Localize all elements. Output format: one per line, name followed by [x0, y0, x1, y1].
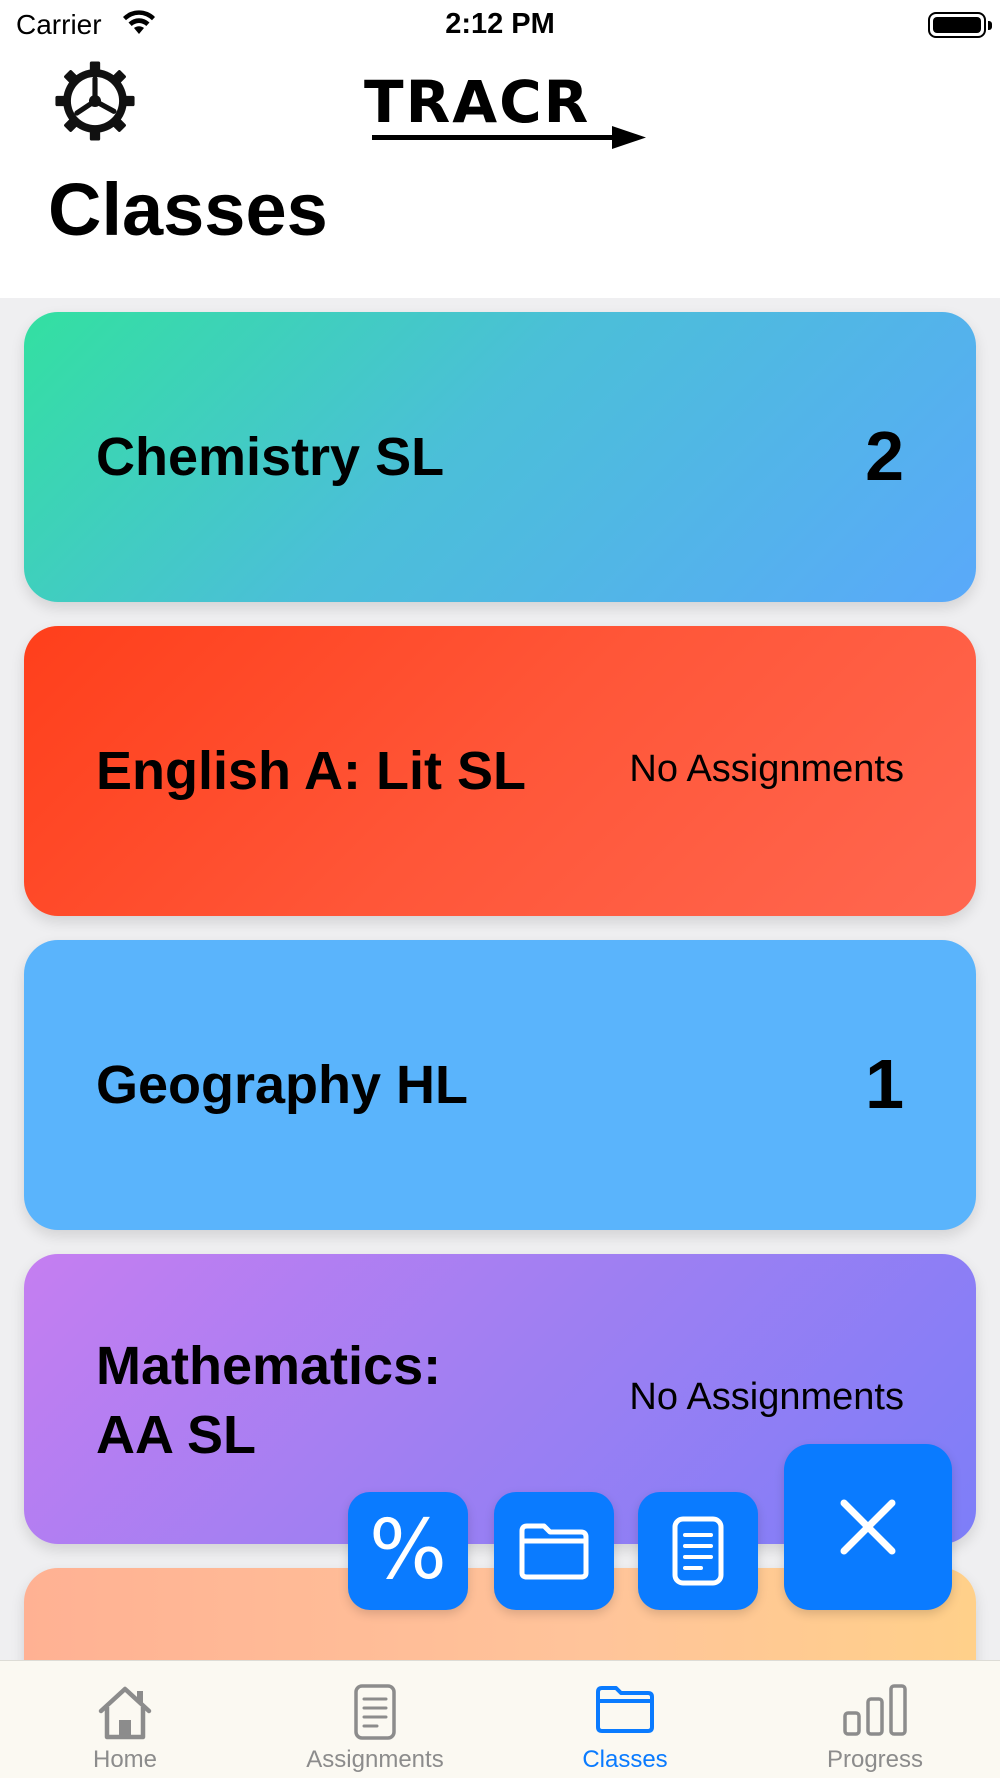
- tab-home[interactable]: Home: [0, 1661, 250, 1778]
- page-title: Classes: [48, 168, 328, 251]
- tab-assignments[interactable]: Assignments: [250, 1661, 500, 1778]
- settings-gear-icon[interactable]: [52, 58, 138, 144]
- grade-percent-button[interactable]: %: [348, 1492, 468, 1610]
- tracr-logo: TRACR: [360, 72, 646, 152]
- tab-progress[interactable]: Progress: [750, 1661, 1000, 1778]
- add-class-button[interactable]: [494, 1492, 614, 1610]
- document-icon: [672, 1516, 724, 1586]
- class-name-line2: AA SL: [96, 1405, 256, 1465]
- tab-label: Progress: [826, 1746, 924, 1773]
- assignment-count: 1: [865, 1045, 904, 1123]
- no-assignments-label: No Assignments: [629, 748, 904, 790]
- close-menu-button[interactable]: [784, 1444, 952, 1610]
- class-name: English A: Lit SL: [96, 741, 526, 801]
- document-icon: [354, 1684, 396, 1740]
- class-card-english[interactable]: English A: Lit SL No Assignments: [24, 626, 976, 916]
- class-name: Geography HL: [96, 1055, 469, 1115]
- class-name: Chemistry SL: [96, 427, 445, 487]
- tab-label: Classes: [582, 1746, 668, 1773]
- logo-text: TRACR: [364, 68, 591, 136]
- class-name-line1: Mathematics:: [96, 1336, 442, 1396]
- status-bar: Carrier 2:12 PM: [0, 0, 1000, 52]
- add-assignment-button[interactable]: [638, 1492, 758, 1610]
- home-icon: [98, 1686, 152, 1740]
- tab-bar: Home Assignments Classes Progress: [0, 1660, 1000, 1778]
- bar-chart-icon: [843, 1684, 907, 1736]
- tab-classes[interactable]: Classes: [500, 1661, 750, 1778]
- class-card-chemistry[interactable]: Chemistry SL 2: [24, 312, 976, 602]
- tab-label: Home: [92, 1746, 158, 1773]
- logo-arrow: [372, 126, 646, 149]
- battery-icon: [928, 12, 992, 38]
- folder-icon: [519, 1523, 589, 1580]
- assignment-count: 2: [865, 417, 904, 495]
- percent-icon: %: [369, 1503, 447, 1598]
- tab-label: Assignments: [306, 1746, 444, 1773]
- status-time: 2:12 PM: [445, 8, 555, 40]
- folder-icon: [596, 1686, 654, 1733]
- close-icon: [840, 1499, 896, 1555]
- class-card-geography[interactable]: Geography HL 1: [24, 940, 976, 1230]
- no-assignments-label: No Assignments: [629, 1376, 904, 1418]
